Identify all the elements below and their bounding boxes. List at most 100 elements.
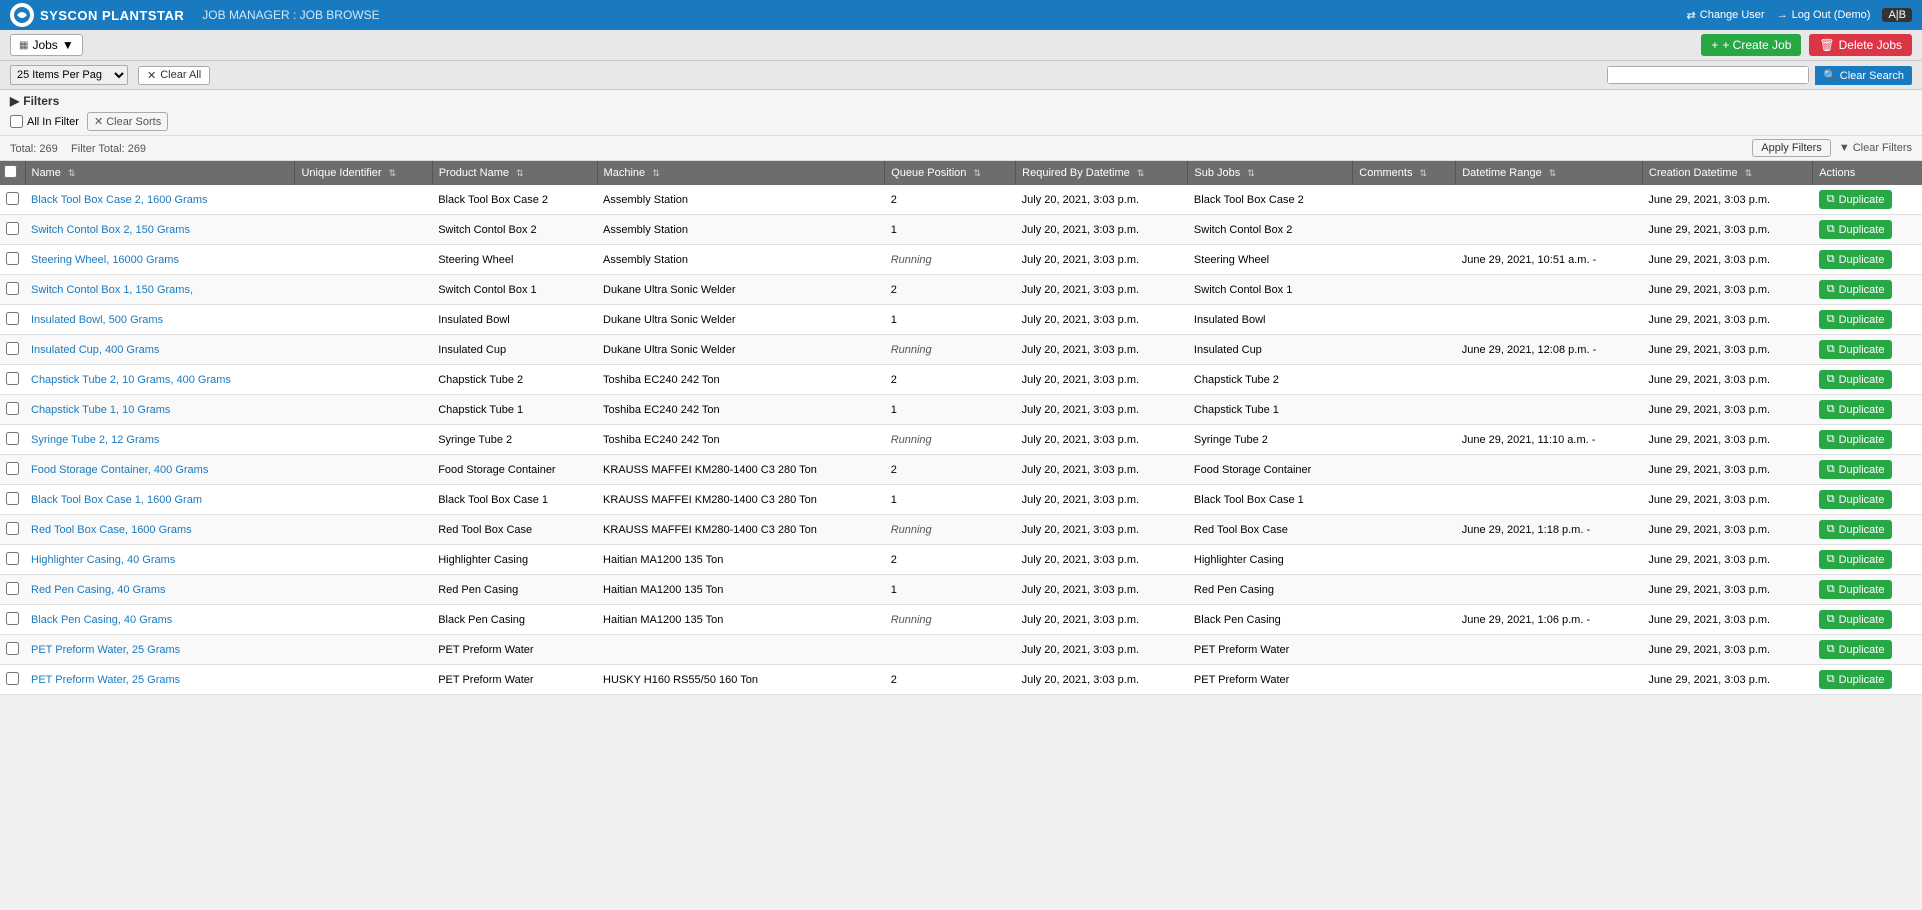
col-datetime-range[interactable]: Datetime Range ⇅ — [1456, 161, 1643, 185]
row-checkbox-cell — [0, 455, 25, 485]
row-checkbox[interactable] — [6, 642, 19, 655]
row-name-link[interactable]: PET Preform Water, 25 Grams — [31, 674, 180, 686]
row-checkbox[interactable] — [6, 672, 19, 685]
filters-header[interactable]: ▶ Filters — [10, 94, 1912, 108]
row-unique-id-cell — [295, 425, 432, 455]
duplicate-button[interactable]: ⧉ Duplicate — [1819, 310, 1893, 329]
col-sub-jobs[interactable]: Sub Jobs ⇅ — [1188, 161, 1353, 185]
row-name-link[interactable]: Steering Wheel, 16000 Grams — [31, 254, 179, 266]
col-queue-position[interactable]: Queue Position ⇅ — [885, 161, 1016, 185]
search-input[interactable] — [1608, 67, 1808, 83]
secondary-toolbar: ▦ Jobs ▼ + + Create Job 🗑 Delete Jobs — [0, 30, 1922, 61]
row-queue-position-cell — [885, 635, 1016, 665]
duplicate-button[interactable]: ⧉ Duplicate — [1819, 220, 1893, 239]
row-name-link[interactable]: Insulated Bowl, 500 Grams — [31, 314, 163, 326]
duplicate-button[interactable]: ⧉ Duplicate — [1819, 520, 1893, 539]
duplicate-button[interactable]: ⧉ Duplicate — [1819, 370, 1893, 389]
copy-icon: ⧉ — [1827, 343, 1835, 356]
row-name-link[interactable]: Highlighter Casing, 40 Grams — [31, 554, 175, 566]
apply-filters-button[interactable]: Apply Filters — [1752, 139, 1831, 157]
row-unique-id-cell — [295, 365, 432, 395]
duplicate-button[interactable]: ⧉ Duplicate — [1819, 640, 1893, 659]
row-name-link[interactable]: Red Pen Casing, 40 Grams — [31, 584, 166, 596]
row-required-by-cell: July 20, 2021, 3:03 p.m. — [1016, 395, 1188, 425]
row-checkbox[interactable] — [6, 192, 19, 205]
logout-link[interactable]: → Log Out (Demo) — [1777, 9, 1871, 21]
delete-jobs-button[interactable]: 🗑 Delete Jobs — [1809, 34, 1912, 56]
col-name[interactable]: Name ⇅ — [25, 161, 295, 185]
clear-filters-button[interactable]: ▼ Clear Filters — [1839, 142, 1912, 154]
row-name-cell: Red Pen Casing, 40 Grams — [25, 575, 295, 605]
row-queue-position-cell: 2 — [885, 365, 1016, 395]
row-name-link[interactable]: Black Pen Casing, 40 Grams — [31, 614, 172, 626]
duplicate-button[interactable]: ⧉ Duplicate — [1819, 490, 1893, 509]
row-queue-position-cell: Running — [885, 515, 1016, 545]
row-checkbox[interactable] — [6, 402, 19, 415]
row-checkbox[interactable] — [6, 492, 19, 505]
col-creation-datetime[interactable]: Creation Datetime ⇅ — [1642, 161, 1812, 185]
row-checkbox[interactable] — [6, 462, 19, 475]
row-name-link[interactable]: Insulated Cup, 400 Grams — [31, 344, 159, 356]
duplicate-button[interactable]: ⧉ Duplicate — [1819, 340, 1893, 359]
row-required-by-cell: July 20, 2021, 3:03 p.m. — [1016, 485, 1188, 515]
duplicate-button[interactable]: ⧉ Duplicate — [1819, 670, 1893, 689]
row-checkbox[interactable] — [6, 252, 19, 265]
row-actions-cell: ⧉ Duplicate — [1813, 365, 1922, 395]
duplicate-button[interactable]: ⧉ Duplicate — [1819, 430, 1893, 449]
row-name-link[interactable]: Chapstick Tube 1, 10 Grams — [31, 404, 170, 416]
duplicate-button[interactable]: ⧉ Duplicate — [1819, 280, 1893, 299]
row-name-link[interactable]: Switch Contol Box 1, 150 Grams, — [31, 284, 193, 296]
row-name-link[interactable]: Food Storage Container, 400 Grams — [31, 464, 208, 476]
select-all-checkbox[interactable] — [4, 165, 17, 178]
duplicate-button[interactable]: ⧉ Duplicate — [1819, 550, 1893, 569]
clear-sorts-button[interactable]: ✕ Clear Sorts — [87, 112, 168, 131]
duplicate-button[interactable]: ⧉ Duplicate — [1819, 400, 1893, 419]
all-in-filter-checkbox[interactable] — [10, 115, 23, 128]
row-checkbox[interactable] — [6, 312, 19, 325]
clear-all-button[interactable]: ✕ Clear All — [138, 66, 210, 85]
row-checkbox-cell — [0, 395, 25, 425]
col-required-by[interactable]: Required By Datetime ⇅ — [1016, 161, 1188, 185]
row-checkbox[interactable] — [6, 372, 19, 385]
change-user-link[interactable]: ⇄ Change User — [1687, 9, 1765, 22]
jobs-dropdown[interactable]: ▦ Jobs ▼ — [10, 34, 83, 56]
duplicate-button[interactable]: ⧉ Duplicate — [1819, 250, 1893, 269]
row-product-name-cell: Steering Wheel — [432, 245, 597, 275]
search-clear-button[interactable]: 🔍 Clear Search — [1815, 66, 1912, 85]
row-sub-jobs-cell: Insulated Cup — [1188, 335, 1353, 365]
row-checkbox[interactable] — [6, 552, 19, 565]
row-product-name-cell: PET Preform Water — [432, 665, 597, 695]
row-name-link[interactable]: Red Tool Box Case, 1600 Grams — [31, 524, 192, 536]
row-product-name-cell: Switch Contol Box 1 — [432, 275, 597, 305]
row-checkbox[interactable] — [6, 522, 19, 535]
row-checkbox[interactable] — [6, 432, 19, 445]
duplicate-button[interactable]: ⧉ Duplicate — [1819, 580, 1893, 599]
duplicate-button[interactable]: ⧉ Duplicate — [1819, 190, 1893, 209]
col-unique-id[interactable]: Unique Identifier ⇅ — [295, 161, 432, 185]
row-product-name-cell: Insulated Bowl — [432, 305, 597, 335]
copy-icon: ⧉ — [1827, 223, 1835, 236]
duplicate-button[interactable]: ⧉ Duplicate — [1819, 460, 1893, 479]
col-product-name[interactable]: Product Name ⇅ — [432, 161, 597, 185]
row-checkbox[interactable] — [6, 222, 19, 235]
col-comments[interactable]: Comments ⇅ — [1353, 161, 1456, 185]
row-checkbox-cell — [0, 605, 25, 635]
row-checkbox[interactable] — [6, 282, 19, 295]
row-checkbox[interactable] — [6, 612, 19, 625]
row-checkbox[interactable] — [6, 342, 19, 355]
row-checkbox[interactable] — [6, 582, 19, 595]
row-name-link[interactable]: Black Tool Box Case 1, 1600 Gram — [31, 494, 202, 506]
total-count: Total: 269 — [10, 143, 58, 155]
row-name-link[interactable]: PET Preform Water, 25 Grams — [31, 644, 180, 656]
per-page-dropdown[interactable]: 25 Items Per Pag 50 Items Per Pag 100 It… — [10, 65, 128, 85]
col-machine[interactable]: Machine ⇅ — [597, 161, 885, 185]
row-name-link[interactable]: Syringe Tube 2, 12 Grams — [31, 434, 159, 446]
duplicate-button[interactable]: ⧉ Duplicate — [1819, 610, 1893, 629]
row-name-link[interactable]: Black Tool Box Case 2, 1600 Grams — [31, 194, 208, 206]
running-badge: Running — [891, 524, 932, 536]
row-name-link[interactable]: Switch Contol Box 2, 150 Grams — [31, 224, 190, 236]
row-unique-id-cell — [295, 305, 432, 335]
row-machine-cell: Dukane Ultra Sonic Welder — [597, 305, 885, 335]
row-name-link[interactable]: Chapstick Tube 2, 10 Grams, 400 Grams — [31, 374, 231, 386]
create-job-button[interactable]: + + Create Job — [1701, 34, 1801, 56]
